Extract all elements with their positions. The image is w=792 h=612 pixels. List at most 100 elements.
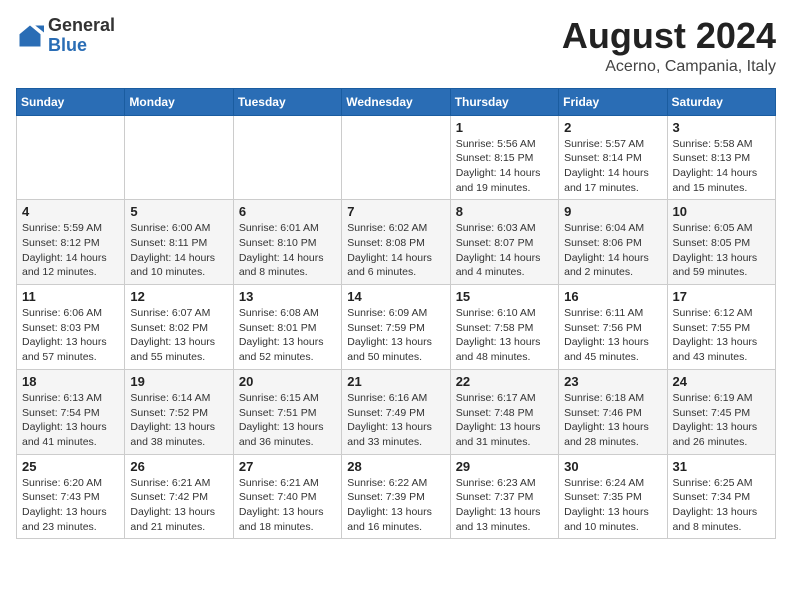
weekday-header-saturday: Saturday <box>667 88 775 115</box>
day-number: 28 <box>347 459 444 474</box>
day-info: Sunrise: 6:05 AMSunset: 8:05 PMDaylight:… <box>673 221 770 280</box>
day-number: 16 <box>564 289 661 304</box>
calendar-week-5: 25 Sunrise: 6:20 AMSunset: 7:43 PMDayligh… <box>17 454 776 539</box>
day-info: Sunrise: 6:19 AMSunset: 7:45 PMDaylight:… <box>673 391 770 450</box>
day-number: 21 <box>347 374 444 389</box>
day-info: Sunrise: 6:02 AMSunset: 8:08 PMDaylight:… <box>347 221 444 280</box>
calendar-cell: 29 Sunrise: 6:23 AMSunset: 7:37 PMDayligh… <box>450 454 558 539</box>
day-number: 18 <box>22 374 119 389</box>
calendar-cell: 14Sunrise: 6:09 AMSunset: 7:59 PMDayligh… <box>342 285 450 370</box>
logo-icon <box>16 22 44 50</box>
calendar-cell: 24Sunrise: 6:19 AMSunset: 7:45 PMDayligh… <box>667 369 775 454</box>
calendar-cell: 28 Sunrise: 6:22 AMSunset: 7:39 PMDayligh… <box>342 454 450 539</box>
day-info: Sunrise: 5:58 AMSunset: 8:13 PMDaylight:… <box>673 137 770 196</box>
calendar-cell: 12 Sunrise: 6:07 AMSunset: 8:02 PMDayligh… <box>125 285 233 370</box>
day-number: 19 <box>130 374 227 389</box>
calendar-cell: 27 Sunrise: 6:21 AMSunset: 7:40 PMDayligh… <box>233 454 341 539</box>
day-number: 23 <box>564 374 661 389</box>
calendar-cell: 21 Sunrise: 6:16 AMSunset: 7:49 PMDayligh… <box>342 369 450 454</box>
calendar-cell: 5 Sunrise: 6:00 AMSunset: 8:11 PMDaylight… <box>125 200 233 285</box>
day-number: 1 <box>456 120 553 135</box>
day-info: Sunrise: 6:01 AMSunset: 8:10 PMDaylight:… <box>239 221 336 280</box>
day-number: 11 <box>22 289 119 304</box>
calendar-cell: 10 Sunrise: 6:05 AMSunset: 8:05 PMDayligh… <box>667 200 775 285</box>
calendar-cell: 16 Sunrise: 6:11 AMSunset: 7:56 PMDayligh… <box>559 285 667 370</box>
calendar-cell: 25 Sunrise: 6:20 AMSunset: 7:43 PMDayligh… <box>17 454 125 539</box>
day-info: Sunrise: 6:12 AMSunset: 7:55 PMDaylight:… <box>673 306 770 365</box>
calendar-cell: 11 Sunrise: 6:06 AMSunset: 8:03 PMDayligh… <box>17 285 125 370</box>
day-number: 6 <box>239 204 336 219</box>
day-number: 20 <box>239 374 336 389</box>
day-number: 4 <box>22 204 119 219</box>
day-info: Sunrise: 6:21 AMSunset: 7:42 PMDaylight:… <box>130 476 227 535</box>
day-info: Sunrise: 6:24 AMSunset: 7:35 PMDaylight:… <box>564 476 661 535</box>
day-number: 13 <box>239 289 336 304</box>
calendar-cell: 30 Sunrise: 6:24 AMSunset: 7:35 PMDayligh… <box>559 454 667 539</box>
day-info: Sunrise: 6:07 AMSunset: 8:02 PMDaylight:… <box>130 306 227 365</box>
day-number: 22 <box>456 374 553 389</box>
day-number: 8 <box>456 204 553 219</box>
title-block: August 2024 Acerno, Campania, Italy <box>562 16 776 76</box>
location-subtitle: Acerno, Campania, Italy <box>562 58 776 76</box>
day-number: 12 <box>130 289 227 304</box>
page-header: General Blue August 2024 Acerno, Campani… <box>16 16 776 76</box>
day-info: Sunrise: 6:23 AMSunset: 7:37 PMDaylight:… <box>456 476 553 535</box>
day-number: 30 <box>564 459 661 474</box>
day-number: 7 <box>347 204 444 219</box>
day-number: 14 <box>347 289 444 304</box>
calendar-cell: 19Sunrise: 6:14 AMSunset: 7:52 PMDayligh… <box>125 369 233 454</box>
month-title: August 2024 <box>562 16 776 56</box>
weekday-header-sunday: Sunday <box>17 88 125 115</box>
day-info: Sunrise: 6:00 AMSunset: 8:11 PMDaylight:… <box>130 221 227 280</box>
day-info: Sunrise: 6:18 AMSunset: 7:46 PMDaylight:… <box>564 391 661 450</box>
calendar-cell <box>342 115 450 200</box>
day-info: Sunrise: 6:03 AMSunset: 8:07 PMDaylight:… <box>456 221 553 280</box>
day-info: Sunrise: 6:21 AMSunset: 7:40 PMDaylight:… <box>239 476 336 535</box>
day-info: Sunrise: 6:11 AMSunset: 7:56 PMDaylight:… <box>564 306 661 365</box>
weekday-header-wednesday: Wednesday <box>342 88 450 115</box>
day-info: Sunrise: 6:16 AMSunset: 7:49 PMDaylight:… <box>347 391 444 450</box>
calendar-cell <box>125 115 233 200</box>
calendar-cell <box>17 115 125 200</box>
calendar-cell: 3 Sunrise: 5:58 AMSunset: 8:13 PMDaylight… <box>667 115 775 200</box>
calendar-cell: 18Sunrise: 6:13 AMSunset: 7:54 PMDayligh… <box>17 369 125 454</box>
day-info: Sunrise: 5:56 AMSunset: 8:15 PMDaylight:… <box>456 137 553 196</box>
calendar-cell: 17Sunrise: 6:12 AMSunset: 7:55 PMDayligh… <box>667 285 775 370</box>
day-info: Sunrise: 6:04 AMSunset: 8:06 PMDaylight:… <box>564 221 661 280</box>
day-info: Sunrise: 6:20 AMSunset: 7:43 PMDaylight:… <box>22 476 119 535</box>
calendar-week-4: 18Sunrise: 6:13 AMSunset: 7:54 PMDayligh… <box>17 369 776 454</box>
calendar-week-2: 4 Sunrise: 5:59 AMSunset: 8:12 PMDaylight… <box>17 200 776 285</box>
calendar-cell: 15Sunrise: 6:10 AMSunset: 7:58 PMDayligh… <box>450 285 558 370</box>
calendar-week-1: 1 Sunrise: 5:56 AMSunset: 8:15 PMDaylight… <box>17 115 776 200</box>
day-info: Sunrise: 5:59 AMSunset: 8:12 PMDaylight:… <box>22 221 119 280</box>
day-info: Sunrise: 6:25 AMSunset: 7:34 PMDaylight:… <box>673 476 770 535</box>
day-number: 25 <box>22 459 119 474</box>
weekday-header-row: SundayMondayTuesdayWednesdayThursdayFrid… <box>17 88 776 115</box>
weekday-header-friday: Friday <box>559 88 667 115</box>
day-info: Sunrise: 6:06 AMSunset: 8:03 PMDaylight:… <box>22 306 119 365</box>
day-number: 3 <box>673 120 770 135</box>
calendar-cell: 23 Sunrise: 6:18 AMSunset: 7:46 PMDayligh… <box>559 369 667 454</box>
day-number: 27 <box>239 459 336 474</box>
logo: General Blue <box>16 16 115 56</box>
day-info: Sunrise: 5:57 AMSunset: 8:14 PMDaylight:… <box>564 137 661 196</box>
weekday-header-monday: Monday <box>125 88 233 115</box>
day-info: Sunrise: 6:22 AMSunset: 7:39 PMDaylight:… <box>347 476 444 535</box>
calendar-cell: 8 Sunrise: 6:03 AMSunset: 8:07 PMDaylight… <box>450 200 558 285</box>
day-number: 15 <box>456 289 553 304</box>
calendar-cell: 7 Sunrise: 6:02 AMSunset: 8:08 PMDaylight… <box>342 200 450 285</box>
day-info: Sunrise: 6:08 AMSunset: 8:01 PMDaylight:… <box>239 306 336 365</box>
day-number: 10 <box>673 204 770 219</box>
calendar-cell: 6 Sunrise: 6:01 AMSunset: 8:10 PMDaylight… <box>233 200 341 285</box>
calendar-table: SundayMondayTuesdayWednesdayThursdayFrid… <box>16 88 776 540</box>
calendar-cell: 26 Sunrise: 6:21 AMSunset: 7:42 PMDayligh… <box>125 454 233 539</box>
weekday-header-thursday: Thursday <box>450 88 558 115</box>
calendar-cell: 22 Sunrise: 6:17 AMSunset: 7:48 PMDayligh… <box>450 369 558 454</box>
logo-text: General Blue <box>48 16 115 56</box>
day-number: 5 <box>130 204 227 219</box>
day-info: Sunrise: 6:15 AMSunset: 7:51 PMDaylight:… <box>239 391 336 450</box>
day-number: 26 <box>130 459 227 474</box>
day-info: Sunrise: 6:17 AMSunset: 7:48 PMDaylight:… <box>456 391 553 450</box>
day-number: 29 <box>456 459 553 474</box>
calendar-cell: 31Sunrise: 6:25 AMSunset: 7:34 PMDayligh… <box>667 454 775 539</box>
